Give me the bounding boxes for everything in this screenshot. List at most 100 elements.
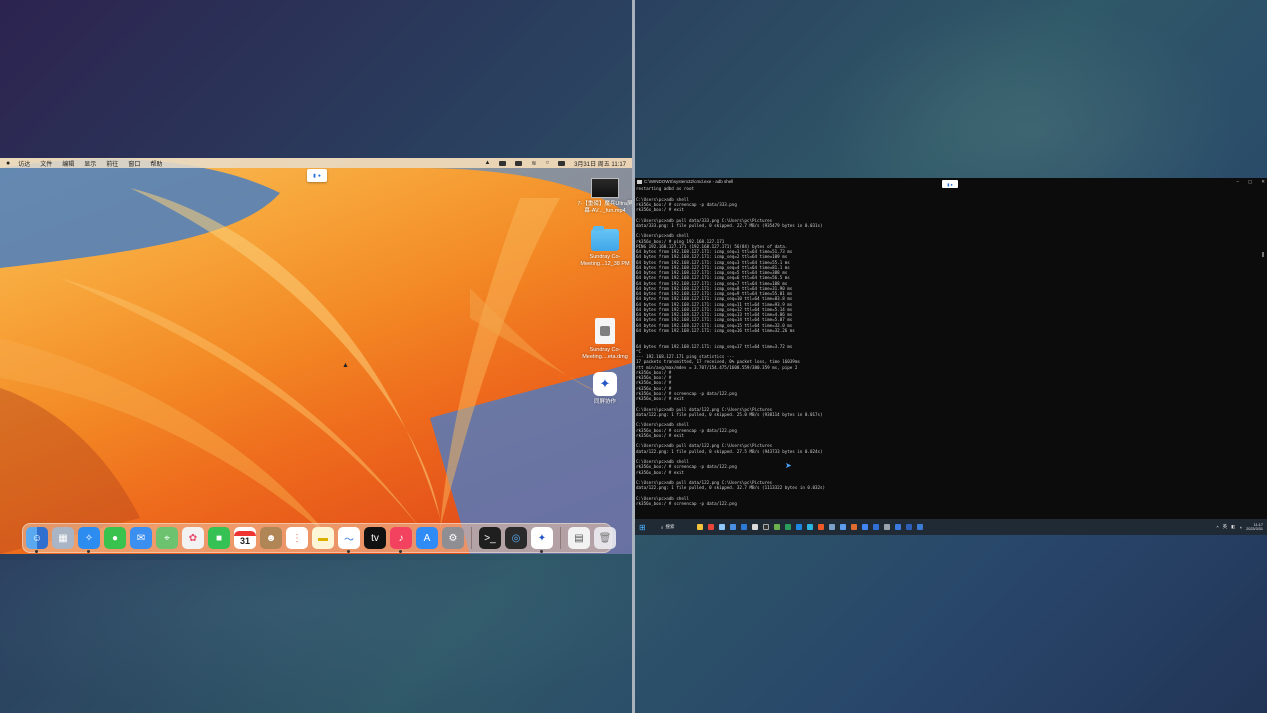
ime-indicator[interactable]: 英	[1223, 524, 1228, 530]
tray-chevron-icon[interactable]: ^	[1216, 525, 1218, 530]
dock-music-icon[interactable]: ♪	[390, 527, 412, 553]
dock-finder-icon[interactable]: ☺	[26, 527, 48, 553]
taskbar-app-icon[interactable]	[840, 524, 846, 530]
cmd-window-icon	[637, 179, 642, 184]
dock-contacts-icon[interactable]: ☻	[260, 527, 282, 549]
desktop-item-dmg[interactable]: Sundray Co-Meeting....eta.dmg	[577, 318, 632, 360]
taskbar-app-icon[interactable]	[719, 524, 725, 530]
signal-icon: ▮	[313, 172, 316, 179]
dmg-file-icon	[595, 318, 615, 344]
screen-share-toolbar[interactable]: ▮ ●	[307, 169, 327, 182]
desktop-item-label: 7-【重磅】魔兵Ultra屏幕-AV..._fun.mp4	[577, 201, 632, 214]
app-status-icon[interactable]	[499, 160, 507, 166]
collab-taskbar-icon[interactable]	[873, 524, 879, 530]
dock-appstore-icon[interactable]: A	[416, 527, 438, 549]
taskbar-app-icon[interactable]	[730, 524, 736, 530]
dock-launchpad-icon[interactable]: ▦	[52, 527, 74, 549]
dock-maps-icon[interactable]: ⌖	[156, 527, 178, 549]
menu-view[interactable]: 显示	[84, 159, 96, 168]
taskbar-clock[interactable]: 11:17 2023/3/31	[1246, 523, 1263, 532]
dock-terminal-icon[interactable]: >_	[479, 527, 501, 549]
taskbar-app-icon[interactable]	[818, 524, 824, 530]
dock-separator	[471, 527, 472, 549]
terminal-output[interactable]: restarting adbd as root C:\Users\pc>adb s…	[635, 186, 1261, 518]
calendar-day: 31	[239, 535, 250, 546]
system-tray: ^ 英 ◧ ◖ 11:17 2023/3/31	[1216, 523, 1263, 532]
record-icon: ●	[317, 172, 321, 179]
mac-dock: ☺ ▦ ✧ ● ✉ ⌖ ✿ ■ 31 ☻ ⋮ ▬ 〜 tv ♪ A ⚙ >_ ◎…	[22, 523, 616, 553]
menu-edit[interactable]: 编辑	[62, 159, 74, 168]
taskbar-app-icon[interactable]	[862, 524, 868, 530]
taskbar-app-icon[interactable]	[785, 524, 791, 530]
taskbar-app-icon[interactable]	[829, 524, 835, 530]
mac-wallpaper	[0, 158, 632, 554]
dock-messages-icon[interactable]: ●	[104, 527, 126, 549]
edge-icon[interactable]	[807, 524, 813, 530]
menubar-clock[interactable]: 3月31日 周五 11:17	[574, 159, 626, 168]
file-explorer-icon[interactable]	[697, 524, 703, 530]
maximize-icon[interactable]: ▢	[1248, 179, 1252, 185]
menu-window[interactable]: 窗口	[128, 159, 140, 168]
battery-icon[interactable]	[515, 160, 523, 166]
search-label: 搜索	[665, 524, 675, 529]
taskbar-search[interactable]: ⌕ 搜索	[661, 524, 689, 530]
chrome-icon[interactable]	[708, 524, 714, 530]
dock-reminders-icon[interactable]: ⋮	[286, 527, 308, 549]
taskbar-app-icon[interactable]	[741, 524, 747, 530]
dock-separator	[560, 527, 561, 549]
menubar-status-area: ▲ ≋ ○ 3月31日 周五 11:17	[484, 159, 626, 168]
desktop-item-folder[interactable]: Sundray Co-Meeting...12_38 PM	[577, 226, 632, 267]
mouse-cursor-icon: ▲	[342, 362, 349, 369]
windows-taskbar: ⊞ ⌕ 搜索 ^ 英 ◧ ◖ 11:17 2023/3/31	[635, 519, 1267, 535]
dock-mail-icon[interactable]: ✉	[130, 527, 152, 549]
desktop-item-label: Sundray Co-Meeting...12_38 PM	[580, 254, 630, 267]
dock-trash-icon[interactable]: 🗑	[594, 527, 616, 549]
dock-notes-icon[interactable]: ▬	[312, 527, 334, 549]
taskbar-apps	[697, 524, 923, 530]
control-center-icon[interactable]	[558, 160, 566, 166]
search-icon[interactable]: ○	[545, 160, 549, 166]
menu-help[interactable]: 帮助	[150, 159, 162, 168]
windows-start-icon[interactable]: ⊞	[639, 523, 649, 532]
window-controls: – ▢ ✕	[1236, 179, 1265, 185]
desktop-item-video[interactable]: 7-【重磅】魔兵Ultra屏幕-AV..._fun.mp4	[577, 178, 632, 214]
dock-preview-icon[interactable]: ▤	[568, 527, 590, 549]
cast-icon[interactable]: ▲	[484, 160, 490, 166]
dock-settings-icon[interactable]: ⚙	[442, 527, 464, 549]
taskbar-app-icon[interactable]	[774, 524, 780, 530]
apple-menu-icon[interactable]: ●	[6, 160, 10, 167]
settings-icon[interactable]	[884, 524, 890, 530]
dock-quicktime-icon[interactable]: ◎	[505, 527, 527, 549]
close-icon[interactable]: ✕	[1261, 179, 1265, 185]
network-icon[interactable]: ◧	[1231, 524, 1235, 530]
taskbar-date: 2023/3/31	[1246, 527, 1263, 531]
taskbar-app-icon[interactable]	[752, 524, 758, 530]
taskbar-app-icon[interactable]	[906, 524, 912, 530]
wifi-icon[interactable]: ≋	[531, 160, 536, 167]
minimize-icon[interactable]: –	[1236, 179, 1239, 185]
folder-icon	[591, 226, 619, 251]
volume-icon[interactable]: ◖	[1239, 525, 1242, 530]
collab-app-icon: ✦	[593, 372, 617, 396]
terminal-line: rk356x_box:/ # screencap -p data/122.png	[636, 501, 737, 506]
cmd-taskbar-icon[interactable]	[763, 524, 769, 530]
terminal-scrollbar[interactable]	[1262, 252, 1264, 257]
mac-screen: ● 访达 文件 编辑 显示 前往 窗口 帮助 ▲ ≋ ○ 3月31日 周五 11…	[0, 158, 632, 554]
taskbar-app-icon[interactable]	[895, 524, 901, 530]
taskbar-app-icon[interactable]	[917, 524, 923, 530]
menu-go[interactable]: 前往	[106, 159, 118, 168]
dock-safari-icon[interactable]: ✧	[78, 527, 100, 553]
taskbar-app-icon[interactable]	[851, 524, 857, 530]
video-thumbnail	[591, 178, 619, 198]
dock-photos-icon[interactable]: ✿	[182, 527, 204, 549]
vscode-icon[interactable]	[796, 524, 802, 530]
desktop-item-app[interactable]: ✦ 同屏协作	[577, 372, 632, 406]
dock-calendar-icon[interactable]: 31	[234, 527, 256, 549]
dock-collab-icon[interactable]: ✦	[531, 527, 553, 553]
background-glow	[0, 560, 700, 713]
menu-finder[interactable]: 访达	[18, 159, 30, 168]
menu-file[interactable]: 文件	[40, 159, 52, 168]
dock-facetime-icon[interactable]: ■	[208, 527, 230, 549]
dock-tv-icon[interactable]: tv	[364, 527, 386, 549]
dock-freeform-icon[interactable]: 〜	[338, 527, 360, 553]
